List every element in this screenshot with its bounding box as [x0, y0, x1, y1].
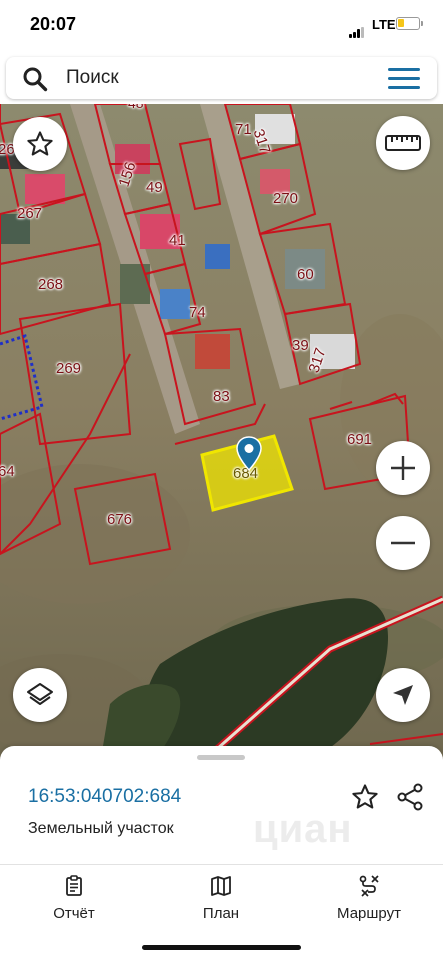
- locate-button[interactable]: [376, 668, 430, 722]
- object-type: Земельный участок: [28, 820, 174, 837]
- star-icon: [27, 131, 53, 156]
- parcel-label: 48: [128, 104, 144, 111]
- minus-icon: [391, 541, 415, 545]
- parcel-label: 41: [169, 232, 186, 249]
- parcel-label: 676: [107, 511, 133, 528]
- signal-icon: [349, 20, 365, 38]
- parcel-label: 267: [17, 205, 43, 222]
- satellite-background: [0, 104, 443, 764]
- search-icon[interactable]: [22, 66, 48, 92]
- ruler-icon: [385, 135, 421, 151]
- share-icon[interactable]: [395, 782, 425, 812]
- tab-report[interactable]: Отчёт: [14, 874, 134, 922]
- route-icon: [359, 875, 379, 897]
- battery-tip: [421, 21, 423, 26]
- plus-icon: [391, 456, 415, 480]
- parcel-label: 64: [0, 463, 15, 480]
- zoom-in-button[interactable]: [376, 441, 430, 495]
- parcel-label: 270: [273, 190, 299, 207]
- watermark-logo: циан: [253, 807, 353, 851]
- ruler-button[interactable]: [376, 116, 430, 170]
- home-indicator: [142, 945, 301, 950]
- report-icon: [66, 875, 82, 896]
- sheet-grabber[interactable]: [197, 755, 245, 760]
- status-bar: 20:07 LTE: [0, 0, 443, 52]
- navigation-arrow-icon: [393, 685, 413, 705]
- battery-icon: [396, 17, 420, 30]
- tab-label: Отчёт: [53, 905, 95, 922]
- star-icon[interactable]: [350, 782, 380, 812]
- status-time: 20:07: [30, 14, 77, 34]
- favorite-map-button[interactable]: [13, 117, 67, 171]
- search-input[interactable]: Поиск: [66, 67, 119, 89]
- parcel-label: 71: [235, 121, 252, 138]
- parcel-label: 39: [292, 337, 309, 354]
- cadastral-map[interactable]: 48 71 317 26 156 49 270 267 41 60 268 74…: [0, 104, 443, 764]
- parcel-label: 83: [213, 388, 230, 405]
- parcel-label: 74: [189, 304, 206, 321]
- divider: [0, 864, 443, 865]
- parcel-label: 49: [146, 179, 163, 196]
- tab-plan[interactable]: План: [161, 874, 281, 922]
- tab-route[interactable]: Маршрут: [309, 874, 429, 922]
- hamburger-menu-icon[interactable]: [388, 68, 420, 90]
- tab-label: План: [202, 905, 240, 922]
- tab-label: Маршрут: [337, 905, 401, 922]
- map-plan-icon: [211, 876, 231, 896]
- parcel-label: 60: [297, 266, 314, 283]
- layers-icon: [27, 683, 53, 705]
- layers-button[interactable]: [13, 668, 67, 722]
- location-pin-icon[interactable]: [236, 436, 262, 472]
- cadastral-number[interactable]: 16:53:040702:684: [28, 786, 181, 808]
- zoom-out-button[interactable]: [376, 516, 430, 570]
- parcel-label: 268: [38, 276, 64, 293]
- parcel-info-sheet[interactable]: циан 16:53:040702:684 Земельный участок …: [0, 746, 443, 960]
- parcel-label: 691: [347, 431, 373, 448]
- search-bar[interactable]: Поиск: [6, 57, 437, 99]
- parcel-label: 269: [56, 360, 82, 377]
- network-type: LTE: [372, 17, 396, 32]
